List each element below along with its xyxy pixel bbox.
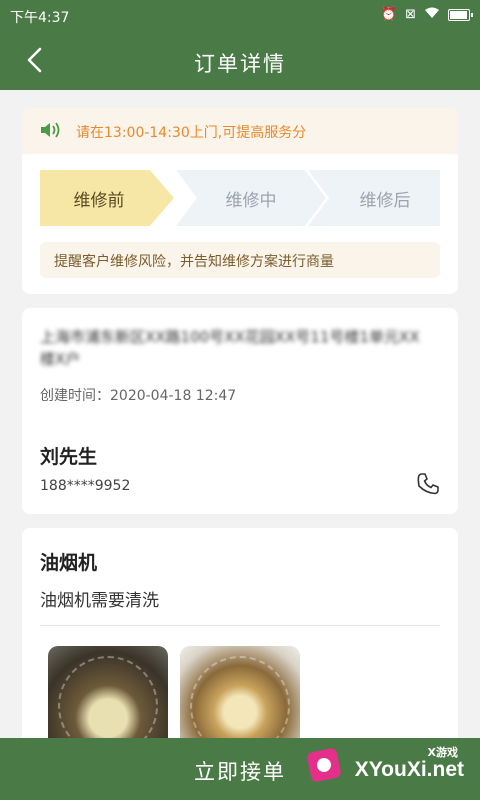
notice-text: 请在13:00-14:30上门,可提高服务分 [76, 125, 307, 141]
step-before-repair[interactable]: 维修前 [40, 170, 174, 226]
progress-card: 请在13:00-14:30上门,可提高服务分 维修前 维修中 维修后 提醒客户维… [22, 108, 458, 294]
app-bar: 订单详情 [0, 32, 480, 90]
service-name: 油烟机 [40, 552, 98, 574]
divider [40, 625, 440, 626]
speaker-icon [40, 121, 62, 143]
watermark: X游戏 XYouXi.net [306, 744, 472, 794]
gamepad-logo-icon [306, 747, 342, 783]
alarm-off-icon: ⏰ [380, 7, 398, 22]
status-icons: ⏰ ⊠ [380, 6, 473, 23]
phone-icon [417, 473, 439, 495]
created-time-label: 创建时间： [40, 388, 110, 404]
battery-icon [448, 8, 473, 21]
service-description: 油烟机需要清洗 [40, 591, 159, 611]
tip-text: 提醒客户维修风险，并告知维修方案进行商量 [54, 254, 334, 270]
customer-phone: 188****9952 [40, 478, 131, 494]
created-time: 创建时间：2020-04-18 12:47 [40, 385, 236, 405]
bottom-bar: 立即接单 X游戏 XYouXi.net [0, 738, 480, 800]
customer-address: 上海市浦东新区XX路100号XX花园XX号11号楼1单元XX楼X户 [40, 328, 420, 368]
risk-tip: 提醒客户维修风险，并告知维修方案进行商量 [40, 242, 440, 278]
created-time-value: 2020-04-18 12:47 [110, 388, 237, 404]
visit-notice: 请在13:00-14:30上门,可提高服务分 [22, 108, 458, 154]
status-bar: 下午4:37 ⏰ ⊠ [0, 0, 480, 32]
page-title: 订单详情 [194, 52, 286, 76]
sim-off-icon: ⊠ [405, 7, 416, 22]
repair-steps: 维修前 维修中 维修后 [40, 170, 440, 226]
customer-card: 上海市浦东新区XX路100号XX花园XX号11号楼1单元XX楼X户 创建时间：2… [22, 308, 458, 514]
status-time: 下午4:37 [10, 10, 70, 26]
watermark-en: XYouXi.net [354, 758, 464, 781]
step-after-repair[interactable]: 维修后 [308, 170, 440, 226]
wifi-icon [424, 6, 440, 23]
call-button[interactable] [416, 472, 440, 500]
customer-name: 刘先生 [40, 446, 98, 468]
step-during-repair[interactable]: 维修中 [176, 170, 326, 226]
